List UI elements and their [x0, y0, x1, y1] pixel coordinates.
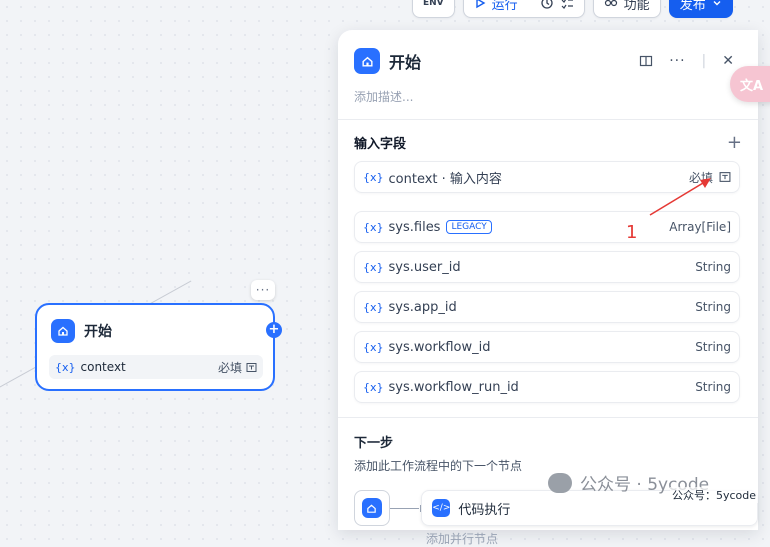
- node-title: 开始: [84, 324, 112, 340]
- field-type: String: [695, 380, 731, 394]
- env-icon: ENV: [423, 0, 444, 8]
- field-name: sys.workflow_run_id: [388, 379, 519, 395]
- field-name: sys.app_id: [388, 299, 457, 315]
- publish-label: 发布: [679, 0, 706, 13]
- input-field-row[interactable]: {x} context · 输入内容 必填: [354, 161, 740, 193]
- system-field-row: {x} sys.app_id String: [354, 291, 740, 323]
- system-field-row: {x} sys.user_id String: [354, 251, 740, 283]
- history-icon[interactable]: [540, 0, 554, 10]
- field-name: context · 输入内容: [388, 171, 502, 187]
- field-type: String: [695, 260, 731, 274]
- text-input-icon: [719, 171, 731, 183]
- home-icon: [354, 48, 380, 74]
- node-config-panel: 开始 ··· | ✕ 添加描述... 输入字段 + {x} context · …: [338, 30, 758, 546]
- variable-icon: {x}: [363, 300, 384, 314]
- variable-icon: {x}: [363, 380, 384, 394]
- features-button[interactable]: 功能: [592, 0, 661, 18]
- divider-bar: |: [701, 53, 707, 69]
- variable-icon: {x}: [363, 340, 384, 354]
- variable-name: context: [80, 360, 126, 374]
- text-input-icon: [246, 362, 257, 373]
- required-label: 必填: [688, 170, 713, 185]
- add-next-node-button[interactable]: +: [266, 322, 282, 338]
- field-type: String: [695, 340, 731, 354]
- more-icon[interactable]: ···: [669, 53, 685, 69]
- variable-icon: {x}: [363, 260, 384, 274]
- add-field-icon[interactable]: +: [727, 132, 742, 153]
- env-button[interactable]: ENV: [412, 0, 455, 18]
- system-field-row: {x} sys.workflow_run_id String: [354, 371, 740, 403]
- run-label: 运行: [491, 0, 518, 13]
- next-node-label: 代码执行: [458, 502, 511, 518]
- features-label: 功能: [623, 0, 650, 13]
- close-icon[interactable]: ✕: [722, 53, 734, 69]
- node-more-icon[interactable]: ···: [251, 280, 275, 300]
- add-parallel-node-link[interactable]: 添加并行节点: [338, 526, 758, 547]
- node-variable: {x} context 必填: [49, 355, 263, 379]
- variable-icon: {x}: [363, 220, 384, 234]
- chevron-down-icon: [712, 0, 722, 8]
- system-field-row: {x} sys.workflow_id String: [354, 331, 740, 363]
- start-node[interactable]: 开始 {x} context 必填 +: [35, 303, 282, 391]
- publish-button[interactable]: 发布: [668, 0, 733, 18]
- field-name: sys.user_id: [388, 259, 461, 275]
- watermark-credit: 公众号：5ycode: [670, 487, 759, 503]
- home-icon: [51, 319, 75, 343]
- description-input[interactable]: 添加描述...: [338, 74, 758, 105]
- wechat-icon: [548, 472, 572, 493]
- code-icon: </>: [432, 499, 450, 517]
- play-icon: [474, 0, 486, 9]
- home-icon: [361, 498, 382, 518]
- field-type: Array[File]: [669, 220, 731, 234]
- features-icon: [604, 0, 618, 10]
- variable-icon: {x}: [363, 170, 384, 184]
- panel-title: 开始: [389, 53, 422, 72]
- input-section-header: 输入字段 +: [338, 120, 758, 153]
- translate-icon[interactable]: 文A: [730, 66, 770, 102]
- annotation-label: 1: [626, 222, 638, 243]
- input-section-title: 输入字段: [354, 137, 407, 152]
- run-button[interactable]: 运行: [462, 0, 585, 18]
- connector-line: [389, 504, 421, 512]
- start-node-mini: [354, 490, 390, 526]
- workflow-toolbar: ENV 运行 功能 发布: [412, 0, 733, 18]
- legacy-badge: LEGACY: [446, 220, 492, 234]
- checklist-icon[interactable]: [560, 0, 574, 10]
- variable-icon: {x}: [55, 360, 76, 374]
- field-name: sys.workflow_id: [388, 339, 491, 355]
- field-type: String: [695, 300, 731, 314]
- book-icon[interactable]: [639, 54, 653, 68]
- field-name: sys.files: [388, 219, 441, 235]
- next-step-title: 下一步: [354, 436, 394, 451]
- system-field-row: {x} sys.files LEGACY Array[File]: [354, 211, 740, 243]
- required-label: 必填: [217, 360, 242, 375]
